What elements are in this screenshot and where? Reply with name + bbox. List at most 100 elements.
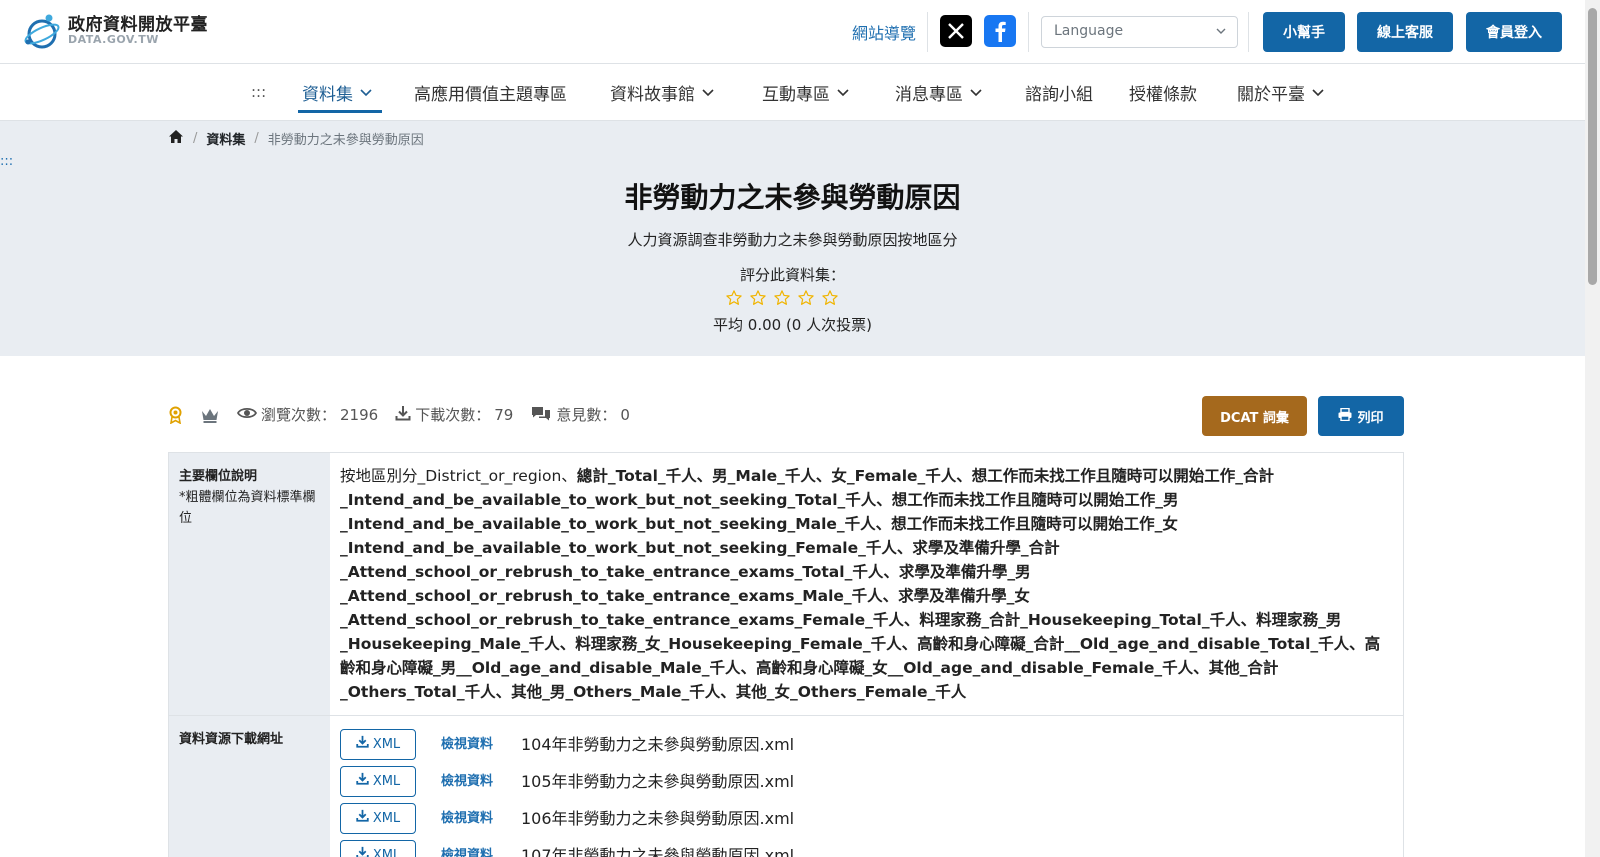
- nav-item-news[interactable]: 消息專區: [895, 80, 983, 105]
- logo-title: 政府資料開放平臺: [68, 14, 208, 35]
- nav-item-advisory[interactable]: 諮詢小組: [1025, 80, 1093, 105]
- nav-item-label: 高應用價值主題專區: [414, 85, 567, 105]
- views-stat: 瀏覽次數： 2196: [236, 404, 378, 425]
- fields-header: 主要欄位說明 *粗體欄位為資料標準欄位: [169, 453, 330, 715]
- breadcrumb: / 資料集 / 非勞動力之未參與勞動原因: [168, 129, 424, 148]
- breadcrumb-separator: /: [193, 131, 198, 146]
- star-icon[interactable]: [821, 289, 839, 311]
- xml-download-button[interactable]: XML: [340, 729, 416, 760]
- resources-header-title: 資料資源下載網址: [179, 732, 284, 747]
- list-item: XML 檢視資料 106年非勞動力之未參與勞動原因.xml: [340, 800, 1393, 837]
- nav-item-label: 關於平臺: [1237, 85, 1305, 105]
- breadcrumb-current: 非勞動力之未參與勞動原因: [267, 133, 424, 148]
- star-icon[interactable]: [797, 289, 815, 311]
- chevron-down-icon: [1311, 83, 1325, 103]
- scrollbar-thumb[interactable]: [1588, 8, 1597, 285]
- member-login-button[interactable]: 會員登入: [1466, 12, 1562, 52]
- downloads-label: 下載次數：: [415, 406, 491, 424]
- dataset-description: 人力資源調查非勞動力之未參與勞動原因按地區分: [627, 231, 958, 249]
- view-data-link[interactable]: 檢視資料: [441, 807, 521, 831]
- resource-name: 105年非勞動力之未參與勞動原因.xml: [521, 771, 795, 791]
- logo-subtitle: DATA.GOV.TW: [68, 33, 159, 47]
- list-item: XML 檢視資料 107年非勞動力之未參與勞動原因.xml: [340, 837, 1393, 857]
- dataset-stats: 瀏覽次數： 2196 下載次數： 79 意見數： 0: [168, 404, 647, 425]
- format-label: XML: [372, 810, 401, 826]
- nav-item-label: 資料故事館: [610, 85, 695, 105]
- downloads-stat: 下載次數： 79: [395, 404, 513, 425]
- list-item: XML 檢視資料 105年非勞動力之未參與勞動原因.xml: [340, 763, 1393, 800]
- format-label: XML: [372, 773, 401, 789]
- divider: [927, 12, 928, 52]
- active-nav-indicator: [298, 110, 382, 113]
- x-twitter-icon[interactable]: [940, 15, 972, 47]
- nav-item-label: 互動專區: [762, 85, 830, 105]
- comments-count: 0: [620, 405, 630, 424]
- language-select-value: Language: [1054, 23, 1124, 39]
- nav-item-datasets[interactable]: 資料集: [302, 80, 373, 105]
- view-data-link[interactable]: 檢視資料: [441, 770, 521, 794]
- chevron-down-icon: [969, 83, 983, 103]
- comments-stat: 意見數： 0: [530, 404, 630, 425]
- star-icon[interactable]: [749, 289, 767, 311]
- downloads-count: 79: [494, 405, 514, 424]
- download-icon: [395, 405, 411, 425]
- dataset-hero: / 資料集 / 非勞動力之未參與勞動原因 ::: 非勞動力之未參與勞動原因 人力…: [0, 121, 1585, 356]
- side-accesskey-dots[interactable]: :::: [0, 154, 13, 169]
- fields-plain: 按地區別分_District_or_region、: [340, 467, 577, 485]
- comments-icon: [530, 405, 552, 425]
- home-icon[interactable]: [168, 129, 184, 148]
- nav-item-license[interactable]: 授權條款: [1129, 80, 1197, 105]
- print-button-label: 列印: [1357, 410, 1384, 426]
- table-row: 資料資源下載網址 XML 檢視資料 104年非勞動力之未參與勞動原因.xml X…: [169, 716, 1403, 857]
- site-logo[interactable]: 政府資料開放平臺 DATA.GOV.TW: [22, 12, 208, 50]
- breadcrumb-separator: /: [254, 131, 259, 146]
- resource-name: 107年非勞動力之未參與勞動原因.xml: [521, 845, 795, 857]
- nav-item-label: 消息專區: [895, 85, 963, 105]
- nav-accesskey-dots[interactable]: :::: [251, 83, 266, 101]
- nav-item-high-value[interactable]: 高應用價值主題專區: [414, 80, 567, 105]
- fields-description: 按地區別分_District_or_region、總計_Total_千人、男_M…: [330, 453, 1403, 715]
- online-support-button[interactable]: 線上客服: [1357, 12, 1453, 52]
- xml-download-button[interactable]: XML: [340, 840, 416, 857]
- rating-stars: [725, 289, 839, 311]
- table-row: 主要欄位說明 *粗體欄位為資料標準欄位 按地區別分_District_or_re…: [169, 453, 1403, 716]
- view-data-link[interactable]: 檢視資料: [441, 844, 521, 857]
- download-icon: [356, 733, 369, 757]
- view-data-link[interactable]: 檢視資料: [441, 733, 521, 757]
- language-select[interactable]: Language: [1041, 16, 1238, 48]
- xml-download-button[interactable]: XML: [340, 766, 416, 797]
- star-icon[interactable]: [725, 289, 743, 311]
- resources-header: 資料資源下載網址: [169, 716, 330, 857]
- views-label: 瀏覽次數：: [261, 406, 337, 424]
- nav-item-label: 諮詢小組: [1025, 85, 1093, 105]
- comments-label: 意見數：: [556, 406, 617, 424]
- fields-standard: 總計_Total_千人、男_Male_千人、女_Female_千人、想工作而未找…: [340, 467, 1381, 701]
- site-header: 政府資料開放平臺 DATA.GOV.TW 網站導覽 Language 小幫手 線…: [0, 0, 1585, 64]
- crown-icon: [200, 407, 220, 423]
- rating-label: 評分此資料集：: [739, 266, 845, 284]
- breadcrumb-datasets[interactable]: 資料集: [206, 129, 245, 148]
- chevron-down-icon: [836, 83, 850, 103]
- chevron-down-icon: [701, 83, 715, 103]
- dcat-vocabulary-button[interactable]: DCAT 詞彙: [1202, 396, 1307, 436]
- resource-name: 104年非勞動力之未參與勞動原因.xml: [521, 734, 795, 754]
- nav-item-label: 資料集: [302, 85, 353, 105]
- facebook-icon[interactable]: [984, 15, 1016, 47]
- divider: [1248, 12, 1249, 52]
- page-scrollbar[interactable]: [1585, 0, 1600, 857]
- print-button[interactable]: 列印: [1318, 396, 1404, 436]
- xml-download-button[interactable]: XML: [340, 803, 416, 834]
- download-icon: [356, 844, 369, 857]
- helper-button[interactable]: 小幫手: [1263, 12, 1345, 52]
- nav-item-interactive[interactable]: 互動專區: [762, 80, 850, 105]
- star-icon[interactable]: [773, 289, 791, 311]
- nav-item-stories[interactable]: 資料故事館: [610, 80, 715, 105]
- nav-item-label: 授權條款: [1129, 85, 1197, 105]
- resource-name: 106年非勞動力之未參與勞動原因.xml: [521, 808, 795, 828]
- resources-list: XML 檢視資料 104年非勞動力之未參與勞動原因.xml XML 檢視資料 1…: [330, 716, 1403, 857]
- format-label: XML: [372, 736, 401, 752]
- nav-item-about[interactable]: 關於平臺: [1237, 80, 1325, 105]
- fields-header-title: 主要欄位說明: [179, 469, 258, 484]
- sitemap-link[interactable]: 網站導覽: [852, 20, 916, 44]
- rating-average: 平均 0.00 (0 人次投票): [713, 316, 872, 334]
